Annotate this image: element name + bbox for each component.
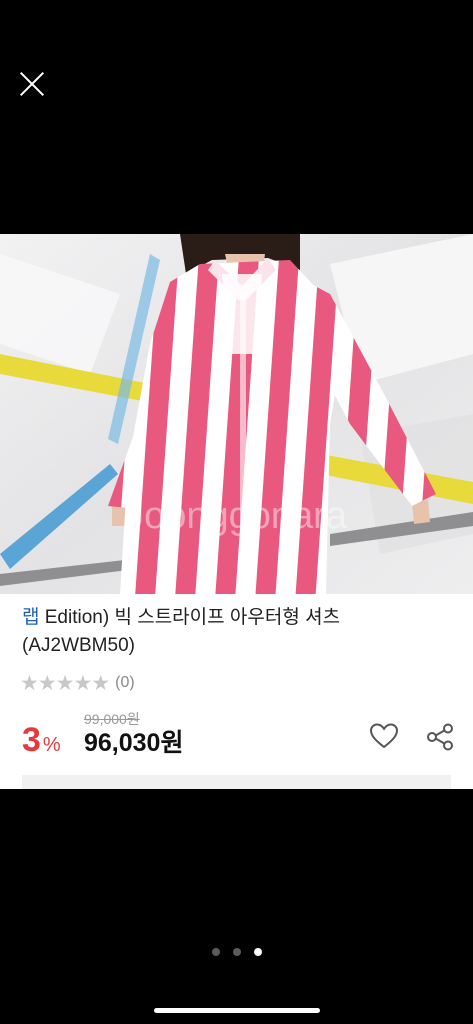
discount-unit: % bbox=[42, 734, 61, 756]
discount-value: 3 bbox=[22, 721, 41, 759]
discount-rate: 3% bbox=[22, 720, 61, 765]
product-title[interactable]: 랩 Edition) 빅 스트라이프 아우터형 셔츠 (AJ2WBM50) bbox=[22, 604, 462, 660]
close-button[interactable] bbox=[16, 68, 48, 100]
product-title-text: Edition) 빅 스트라이프 아우터형 셔츠 bbox=[39, 607, 341, 628]
wishlist-button[interactable] bbox=[369, 722, 399, 750]
review-count: (0) bbox=[115, 674, 135, 691]
page-dot-active[interactable] bbox=[253, 948, 262, 956]
page-dot[interactable] bbox=[211, 948, 220, 956]
next-section-preview bbox=[22, 775, 451, 789]
product-card: Joonggonara 랩 Edition) 빅 스트라이프 아우터형 셔츠 (… bbox=[0, 234, 473, 789]
share-icon bbox=[427, 723, 453, 751]
page-indicator[interactable] bbox=[0, 948, 473, 956]
heart-icon bbox=[369, 723, 399, 749]
product-photo: Joonggonara bbox=[0, 234, 473, 594]
svg-text:Joonggonara: Joonggonara bbox=[125, 495, 348, 537]
brand-link[interactable]: 랩 bbox=[22, 607, 39, 628]
product-code: (AJ2WBM50) bbox=[22, 635, 135, 656]
original-price: 99,000원 bbox=[84, 711, 140, 727]
star-rating-icon: ★★★★★ bbox=[20, 671, 110, 695]
product-image: Joonggonara bbox=[0, 234, 473, 594]
home-indicator[interactable] bbox=[154, 1008, 320, 1013]
page-dot[interactable] bbox=[232, 948, 241, 956]
share-button[interactable] bbox=[425, 722, 455, 752]
rating[interactable]: ★★★★★ (0) bbox=[20, 671, 135, 695]
sale-price: 96,030원 bbox=[84, 729, 184, 757]
